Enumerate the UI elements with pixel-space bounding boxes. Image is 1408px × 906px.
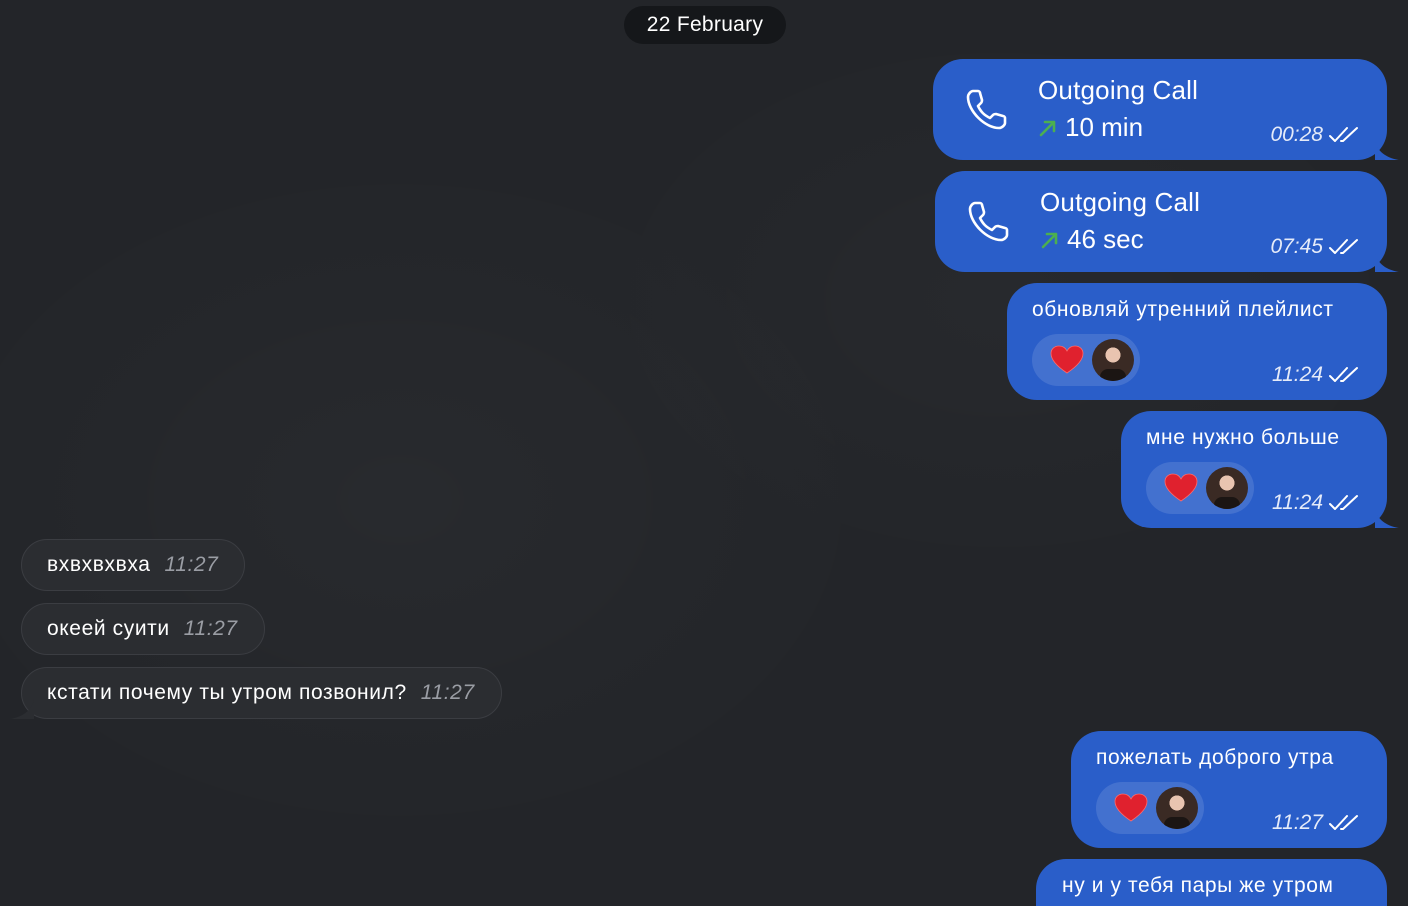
call-title: Outgoing Call [1040, 187, 1201, 217]
message-time: 07:45 [1270, 235, 1323, 258]
outgoing-message[interactable]: мне нужно больше 11:24 [1121, 411, 1387, 528]
message-text: кстати почему ты утром позвонил? [47, 681, 407, 704]
message-text: мне нужно больше [1146, 426, 1340, 449]
reaction-chip[interactable] [1146, 462, 1254, 514]
bubble-tail [10, 699, 34, 719]
message-time: 11:24 [1272, 491, 1323, 514]
message-time: 11:24 [1272, 363, 1323, 386]
call-duration: 46 sec [1039, 224, 1144, 255]
outgoing-message[interactable]: обновляй утренний плейлист 11:24 [1007, 283, 1387, 400]
call-message[interactable]: Outgoing Call 10 min 00:28 [933, 59, 1387, 160]
date-separator: 22 February [624, 6, 786, 44]
double-check-icon [1329, 495, 1358, 510]
arrow-up-right-icon [1039, 120, 1056, 136]
call-duration-text: 10 min [1065, 112, 1144, 142]
phone-icon [968, 201, 1009, 242]
double-check-icon [1329, 815, 1358, 830]
message-meta: 00:28 [1270, 123, 1359, 147]
call-duration-text: 46 sec [1067, 224, 1144, 254]
reaction-chip[interactable] [1096, 782, 1204, 834]
arrow-up-right-icon [1041, 232, 1058, 248]
bubble-tail [1375, 140, 1399, 160]
double-check-icon [1329, 127, 1358, 142]
incoming-message[interactable]: океей суити 11:27 [21, 603, 265, 655]
message-text: вхвхвхвха [47, 553, 151, 576]
double-check-icon [1329, 367, 1358, 382]
avatar [1092, 339, 1134, 381]
message-text: океей суити [47, 617, 170, 640]
bubble-tail [1375, 252, 1399, 272]
chat-area[interactable]: 22 February Outgoing Call 10 min 00:28 O… [0, 0, 1408, 906]
phone-icon [966, 89, 1007, 130]
message-time: 11:27 [1272, 811, 1323, 834]
message-meta: 11:27 [1272, 811, 1359, 835]
reaction-chip[interactable] [1032, 334, 1140, 386]
message-text: пожелать доброго утра [1096, 746, 1334, 769]
bubble-tail [1375, 508, 1399, 528]
outgoing-message[interactable]: ну и у тебя пары же утром [1036, 859, 1387, 906]
call-title: Outgoing Call [1038, 75, 1199, 105]
incoming-message[interactable]: кстати почему ты утром позвонил? 11:27 [21, 667, 502, 719]
avatar [1206, 467, 1248, 509]
double-check-icon [1329, 239, 1358, 254]
call-message[interactable]: Outgoing Call 46 sec 07:45 [935, 171, 1387, 272]
message-meta: 11:24 [1272, 363, 1359, 387]
heart-icon [1164, 473, 1198, 502]
heart-icon [1114, 793, 1148, 822]
message-time: 11:27 [420, 681, 475, 704]
incoming-message[interactable]: вхвхвхвха 11:27 [21, 539, 246, 591]
message-text: обновляй утренний плейлист [1032, 298, 1334, 321]
message-time: 00:28 [1270, 123, 1323, 146]
avatar [1156, 787, 1198, 829]
message-meta: 07:45 [1270, 235, 1359, 259]
message-time: 11:27 [183, 617, 238, 640]
outgoing-message[interactable]: пожелать доброго утра 11:27 [1071, 731, 1387, 848]
heart-icon [1050, 345, 1084, 374]
message-time: 11:27 [164, 553, 219, 576]
call-duration: 10 min [1037, 112, 1143, 143]
message-meta: 11:24 [1272, 491, 1359, 515]
message-text: ну и у тебя пары же утром [1062, 874, 1334, 897]
